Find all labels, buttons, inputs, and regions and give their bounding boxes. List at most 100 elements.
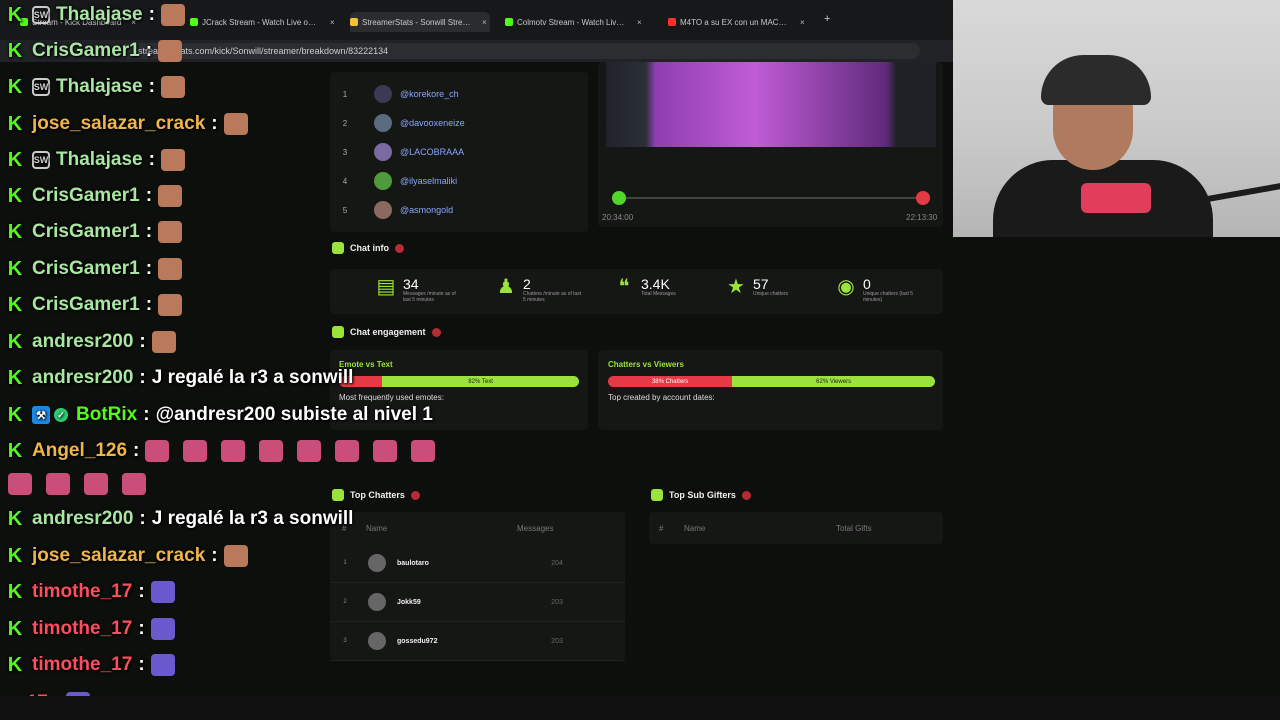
- chat-stat: ❝ 3.4K Total Messages: [613, 277, 701, 297]
- chat-colon: :: [211, 113, 218, 134]
- stream-timeline-card: 20:34:00 22:13:30: [598, 62, 943, 227]
- chat-stat: ★ 57 Unique chatters: [725, 277, 813, 297]
- close-tab-icon[interactable]: ×: [482, 18, 487, 27]
- moderator-badge-icon: SW: [32, 78, 50, 96]
- chat-username[interactable]: andresr200: [32, 508, 133, 530]
- close-tab-icon[interactable]: ×: [637, 18, 642, 27]
- chat-colon: :: [138, 654, 145, 675]
- person-icon: ♟: [497, 276, 515, 298]
- stat-value: 3.4K: [641, 276, 670, 292]
- chat-emote-icon: [158, 40, 183, 62]
- chat-emote-icon: [122, 473, 146, 495]
- chat-colon: :: [145, 40, 153, 61]
- chat-username[interactable]: Thalajase: [56, 4, 143, 26]
- chat-message: Kandresr200: J regalé la r3 a sonwill: [0, 366, 354, 390]
- timeline-track[interactable]: [619, 197, 923, 199]
- row-messages: 203: [551, 598, 563, 606]
- browser-tab[interactable]: M4TO a su EX con un MACHETE ×: [668, 12, 808, 32]
- chat-colon: :: [139, 367, 146, 388]
- chat-emote-icon: [158, 185, 183, 207]
- chat-message: K Angel_126:: [0, 439, 449, 463]
- chat-emote-icon: [46, 473, 70, 495]
- kick-logo-icon: K: [7, 507, 23, 530]
- chat-emote-icon: [151, 331, 176, 353]
- kick-logo-icon: K: [7, 544, 23, 567]
- kick-logo-icon: K: [7, 580, 23, 603]
- chat-username[interactable]: CrisGamer1: [32, 185, 140, 207]
- tab-title: M4TO a su EX con un MACHETE: [680, 17, 790, 27]
- close-tab-icon[interactable]: ×: [800, 18, 805, 27]
- chat-username[interactable]: andresr200: [32, 331, 133, 353]
- top-sub-gifters-heading: Top Sub Gifters: [651, 489, 751, 501]
- chat-colon: :: [148, 149, 155, 170]
- chat-message: K SW Thalajase:: [0, 3, 199, 27]
- stat-text: 0 Unique chatters (last 5 minutes): [863, 277, 923, 303]
- chat-username[interactable]: Angel_126: [32, 440, 127, 462]
- chatters-vs-viewers-bar: 38% Chatters 62% Viewers: [608, 376, 935, 387]
- chat-text: @andresr200 subiste al nivel 1: [155, 404, 433, 425]
- browser-tab[interactable]: Colmotv Stream - Watch Live on Kick ×: [505, 12, 645, 32]
- kick-logo-icon: K: [7, 184, 23, 207]
- stream-preview-thumbnail[interactable]: [606, 62, 936, 147]
- chat-username[interactable]: CrisGamer1: [32, 258, 140, 280]
- chat-colon: :: [148, 4, 155, 25]
- kick-logo-icon: K: [7, 653, 23, 676]
- stat-label: Total Messages: [641, 291, 676, 297]
- account-dates-label: Top created by account dates:: [608, 393, 715, 402]
- chat-username[interactable]: jose_salazar_crack: [32, 113, 205, 135]
- chat-username[interactable]: BotRix: [76, 404, 137, 426]
- chat-message: Ktimothe_17:: [0, 617, 189, 641]
- chat-emote-icon: [335, 440, 360, 462]
- moderator-badge-icon: SW: [32, 151, 50, 169]
- chat-username[interactable]: timothe_17: [32, 618, 132, 640]
- chat-colon: :: [145, 258, 153, 279]
- chat-message: K CrisGamer1:: [0, 184, 196, 208]
- chat-message: Kandresr200: J regalé la r3 a sonwill: [0, 507, 354, 531]
- chat-emote-icon: [8, 473, 32, 495]
- stat-text: 2 Chatters /minute as of last 5 minutes: [523, 277, 583, 303]
- chat-emote-icon: [223, 113, 248, 135]
- kick-logo-icon: K: [7, 366, 23, 389]
- chat-message: K SW Thalajase:: [0, 75, 199, 99]
- streamer-cap: [1041, 55, 1151, 105]
- chat-colon: :: [133, 440, 140, 461]
- chat-colon: :: [138, 581, 145, 602]
- timeline-start-marker[interactable]: [612, 191, 626, 205]
- stat-text: 3.4K Total Messages: [641, 277, 701, 297]
- chat-colon: :: [145, 185, 153, 206]
- timeline-end-time: 22:13:30: [906, 213, 938, 222]
- chat-emote-icon: [221, 440, 246, 462]
- kick-logo-icon: K: [7, 75, 23, 98]
- chat-colon: :: [138, 618, 145, 639]
- row-messages: 204: [551, 559, 563, 567]
- chat-emote-icon: [259, 440, 284, 462]
- chat-message: K CrisGamer1:: [0, 293, 196, 317]
- kick-logo-icon: K: [7, 403, 23, 426]
- chat-message: K ⚒ ✓ BotRix: @andresr200 subiste al nivel 1: [0, 403, 433, 427]
- kick-logo-icon: K: [7, 39, 23, 62]
- timeline-end-marker[interactable]: [916, 191, 930, 205]
- stat-value: 2: [523, 276, 531, 292]
- col-name-header: Name: [684, 524, 706, 533]
- chat-username[interactable]: CrisGamer1: [32, 294, 140, 316]
- chat-username[interactable]: Thalajase: [56, 76, 143, 98]
- chat-overlay: K SW Thalajase: K CrisGamer1: K SW Thalajase: Kj…: [0, 0, 460, 720]
- chat-emote-icon: [145, 440, 170, 462]
- chat-username[interactable]: timothe_17: [32, 581, 132, 603]
- chat-username[interactable]: andresr200: [32, 367, 133, 389]
- microphone: [1081, 183, 1151, 213]
- chat-message: Ktimothe_17:: [0, 580, 189, 604]
- row-messages: 203: [551, 637, 563, 645]
- chat-username[interactable]: CrisGamer1: [32, 40, 140, 62]
- chat-message: Kjose_salazar_crack:: [0, 112, 262, 136]
- chat-message: Kjose_salazar_crack:: [0, 544, 262, 568]
- chat-username[interactable]: Thalajase: [56, 149, 143, 171]
- chat-username[interactable]: CrisGamer1: [32, 221, 140, 243]
- new-tab-button[interactable]: +: [824, 13, 830, 25]
- chatters-segment: 38% Chatters: [608, 376, 733, 387]
- trophy-icon: [651, 489, 663, 501]
- chat-emote-icon: [160, 4, 185, 26]
- chat-username[interactable]: timothe_17: [32, 654, 132, 676]
- stat-text: 57 Unique chatters: [753, 277, 813, 297]
- chat-username[interactable]: jose_salazar_crack: [32, 545, 205, 567]
